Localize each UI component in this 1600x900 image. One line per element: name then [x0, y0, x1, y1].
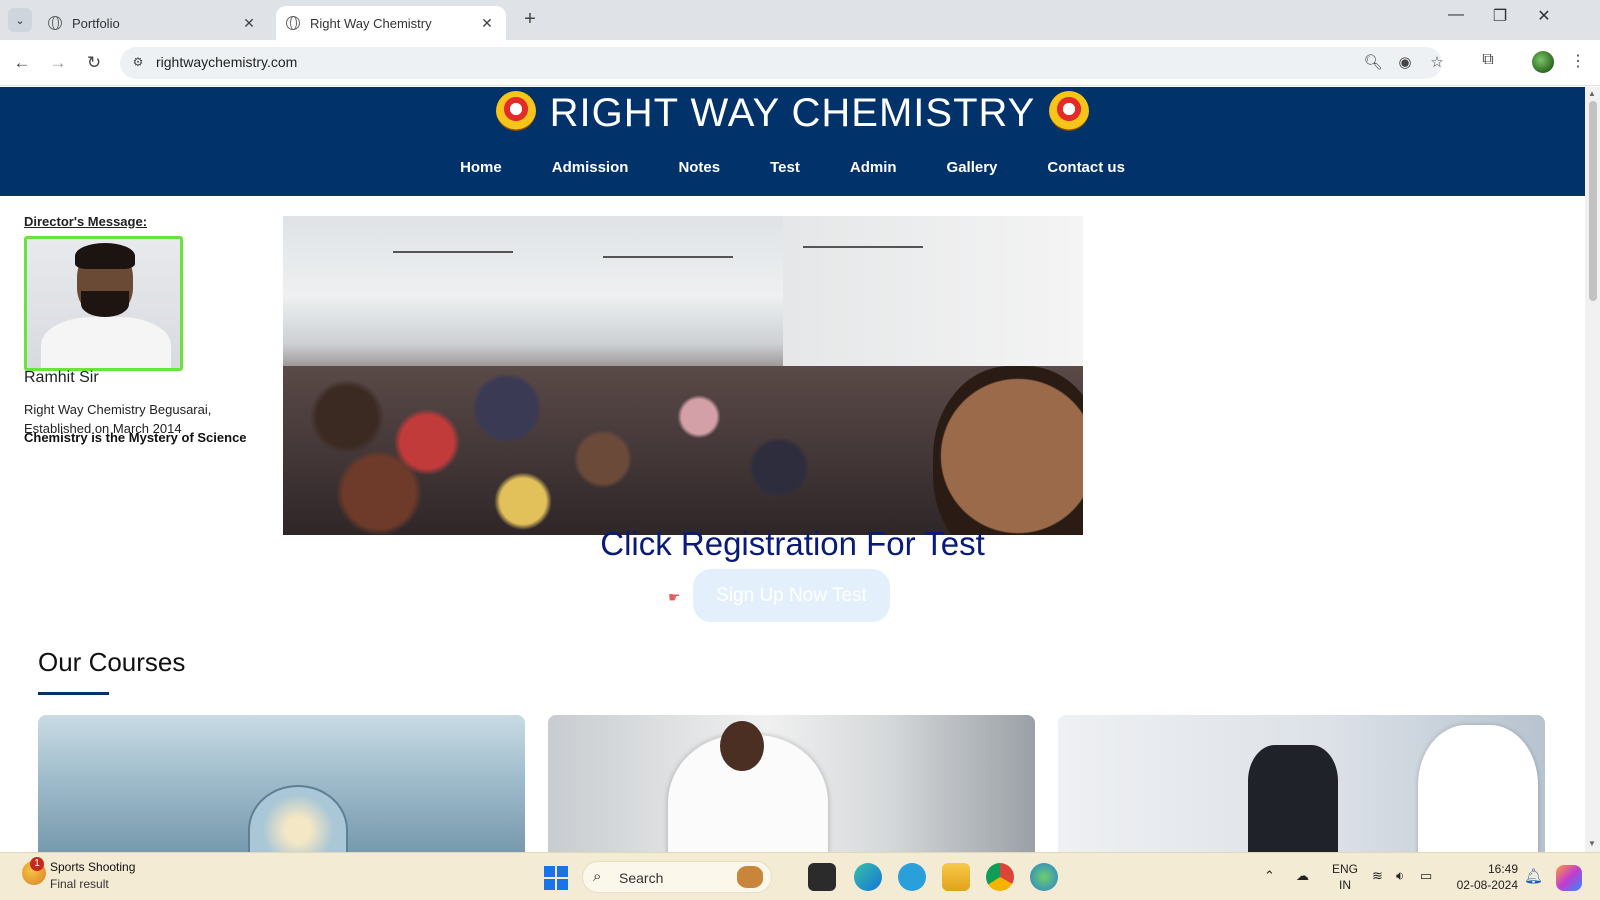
nav-admission[interactable]: Admission: [527, 159, 654, 176]
battery-icon[interactable]: ▭: [1420, 868, 1432, 884]
course-card[interactable]: [548, 715, 1035, 852]
forward-button[interactable]: →: [46, 51, 70, 75]
zoom-icon[interactable]: 🔍︎: [1362, 53, 1384, 71]
page-scrollbar[interactable]: ▲ ▼: [1585, 87, 1600, 852]
sign-up-test-button[interactable]: Sign Up Now Test: [693, 569, 890, 622]
address-url[interactable]: rightwaychemistry.com: [156, 54, 297, 70]
pointing-hand-icon: ☛: [668, 589, 681, 605]
nav-home[interactable]: Home: [435, 159, 527, 176]
chrome-icon[interactable]: [986, 863, 1014, 891]
profile-avatar[interactable]: [1532, 51, 1554, 73]
scrollbar-thumb[interactable]: [1589, 101, 1597, 301]
site-nav: Home Admission Notes Test Admin Gallery …: [0, 159, 1585, 176]
browser-toolbar: ← → ↻ ⚙ rightwaychemistry.com 🔍︎ ◉ ☆ ⧉ ⋮: [0, 40, 1600, 86]
reload-button[interactable]: ↻: [82, 51, 106, 75]
clock-date: 02-08-2024: [1456, 878, 1518, 892]
news-widget-title[interactable]: Sports Shooting: [50, 860, 135, 874]
search-highlight-icon: [737, 866, 763, 888]
restore-button[interactable]: ❐: [1480, 6, 1520, 26]
copilot-icon[interactable]: [1556, 865, 1582, 891]
director-photo: [24, 236, 183, 371]
eye-off-icon[interactable]: ◉: [1394, 53, 1416, 71]
close-tab-icon[interactable]: ✕: [240, 15, 258, 32]
taskbar-search[interactable]: ⌕ Search: [582, 861, 772, 893]
tab-title: Portfolio: [72, 15, 120, 31]
menu-dots-icon[interactable]: ⋮: [1566, 51, 1590, 71]
notification-bell-icon[interactable]: 🔔︎: [1524, 867, 1543, 885]
site-settings-icon[interactable]: ⚙: [130, 55, 146, 71]
taskbar: 1 Sports Shooting Final result ⌕ Search …: [0, 852, 1600, 900]
course-card[interactable]: [38, 715, 525, 852]
logo-icon: [495, 91, 536, 132]
address-bar[interactable]: ⚙ rightwaychemistry.com 🔍︎ ◉ ☆: [120, 47, 1444, 79]
wifi-icon[interactable]: ≋: [1372, 868, 1383, 884]
director-name: Ramhit Sir: [24, 369, 99, 386]
site-brand: RIGHT WAY CHEMISTRY: [0, 91, 1585, 136]
nav-test[interactable]: Test: [745, 159, 825, 176]
bookmark-star-icon[interactable]: ☆: [1426, 53, 1448, 71]
tab-strip: ⌄ Portfolio ✕ Right Way Chemistry ✕ + — …: [0, 0, 1600, 40]
taskbar-search-label: Search: [619, 870, 664, 886]
scroll-down-icon[interactable]: ▼: [1588, 839, 1596, 848]
tab-right-way-chemistry[interactable]: Right Way Chemistry ✕: [276, 6, 506, 40]
course-card[interactable]: [1058, 715, 1545, 852]
nav-gallery[interactable]: Gallery: [922, 159, 1023, 176]
extensions-icon[interactable]: ⧉: [1476, 51, 1500, 69]
site-header: RIGHT WAY CHEMISTRY Home Admission Notes…: [0, 87, 1585, 196]
volume-icon[interactable]: 🔉︎: [1396, 868, 1404, 884]
app-icon[interactable]: [1030, 863, 1058, 891]
windows-start-icon[interactable]: [544, 866, 568, 890]
cloud-icon[interactable]: ☁: [1296, 868, 1309, 884]
file-explorer-icon[interactable]: [942, 863, 970, 891]
director-message-heading: Director's Message:: [24, 214, 148, 229]
tab-title: Right Way Chemistry: [310, 15, 432, 31]
clock-time: 16:49: [1487, 862, 1518, 876]
logo-icon: [1049, 91, 1090, 132]
search-icon: ⌕: [593, 868, 602, 885]
region-code: IN: [1339, 878, 1351, 892]
page-viewport: RIGHT WAY CHEMISTRY Home Admission Notes…: [0, 87, 1585, 852]
tab-portfolio[interactable]: Portfolio ✕: [38, 6, 268, 40]
notification-badge: 1: [30, 857, 44, 871]
chevron-up-icon[interactable]: ⌃: [1264, 868, 1275, 884]
nav-notes[interactable]: Notes: [653, 159, 745, 176]
language-code: ENG: [1332, 862, 1359, 876]
scroll-up-icon[interactable]: ▲: [1588, 89, 1596, 98]
courses-heading-underline: [38, 692, 109, 695]
minimize-button[interactable]: —: [1436, 6, 1476, 24]
globe-icon: [48, 16, 62, 30]
nav-contact-us[interactable]: Contact us: [1022, 159, 1150, 176]
courses-heading: Our Courses: [38, 647, 186, 677]
back-button[interactable]: ←: [10, 51, 34, 75]
registration-heading: Click Registration For Test: [600, 525, 985, 562]
telegram-icon[interactable]: [898, 863, 926, 891]
tab-search-button[interactable]: ⌄: [8, 8, 32, 32]
classroom-photo: [283, 216, 1083, 535]
task-view-icon[interactable]: [808, 863, 836, 891]
close-window-button[interactable]: ✕: [1524, 6, 1564, 26]
director-motto: Chemistry is the Mystery of Science: [24, 430, 247, 445]
director-line-1: Right Way Chemistry Begusarai,: [24, 402, 212, 417]
new-tab-button[interactable]: +: [518, 8, 542, 31]
edge-icon[interactable]: [854, 863, 882, 891]
nav-admin[interactable]: Admin: [825, 159, 922, 176]
language-indicator[interactable]: ENG IN: [1332, 861, 1358, 893]
globe-icon: [286, 16, 300, 30]
brand-title: RIGHT WAY CHEMISTRY: [549, 91, 1036, 135]
clock[interactable]: 16:49 02-08-2024: [1454, 861, 1518, 893]
news-widget-subtitle[interactable]: Final result: [50, 877, 109, 891]
close-tab-icon[interactable]: ✕: [478, 15, 496, 32]
